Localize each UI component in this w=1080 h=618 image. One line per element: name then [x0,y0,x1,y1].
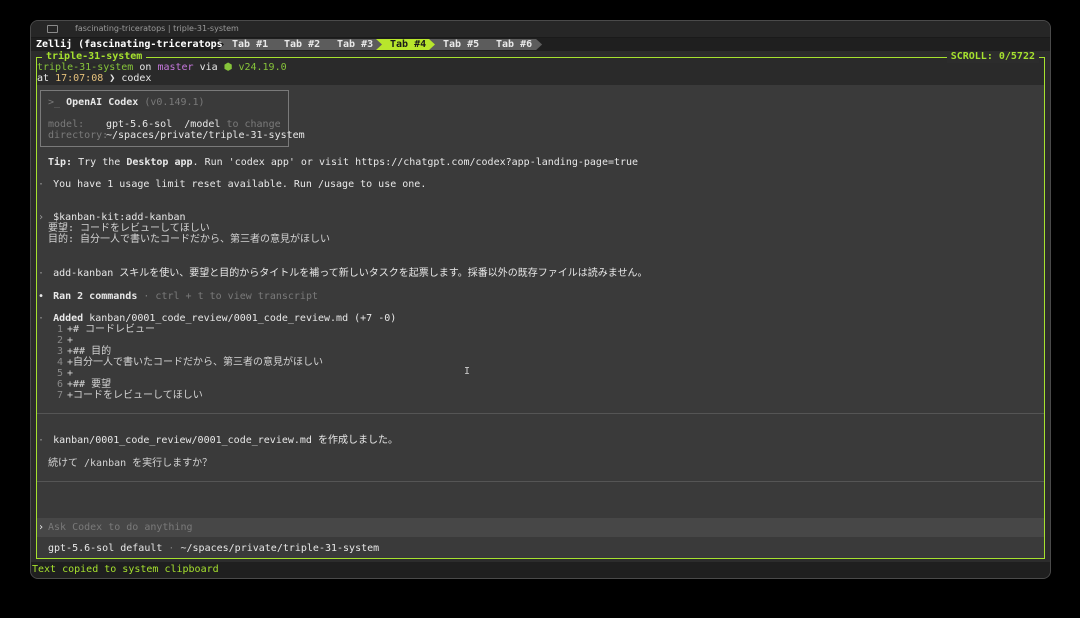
ran-label: Ran 2 commands [53,291,138,302]
codex-name: OpenAI Codex [66,97,139,108]
bullet-icon: · [38,268,45,279]
assistant-note: · add-kanban スキルを使い、要望と目的からタイトルを補って新しいタス… [38,268,648,279]
shell-prompt-line-1: triple-31-system on master via ⬢ v24.19.… [37,62,287,73]
added-label: Added [53,313,84,324]
user-message-text-1: $kanban-kit:add-kanban [53,212,186,223]
tip-label: Tip: [48,157,73,168]
window-title: fascinating-triceratops | triple-31-syst… [75,24,239,33]
model-label: model: [48,119,85,130]
prompt-at: at [37,73,50,84]
diff-line-4: 4 +自分一人で書いたコードだから、第三者の意見がほしい [56,357,324,368]
user-message-line-3: 目的: 自分一人で書いたコードだから、第三者の意見がほしい [48,234,331,245]
result-created-line: · kanban/0001_code_review/0001_code_revi… [38,435,398,446]
codex-info-box: >_ OpenAI Codex (v0.149.1) model: gpt-5.6… [40,90,305,147]
diff-line-7: 7 +コードをレビューしてほしい [56,390,203,401]
title-bar: fascinating-triceratops | triple-31-syst… [31,21,1050,38]
clipboard-message: Text copied to system clipboard [32,564,219,575]
status-model: gpt-5.6-sol default [48,543,163,554]
prompt-on: on [139,62,152,73]
result-created-text: kanban/0001_code_review/0001_code_review… [53,435,398,446]
shell-prompt-line-2: at 17:07:08 ❯ codex [37,73,151,84]
prompt-branch: master [157,62,194,73]
prompt-command: codex [121,73,152,84]
result-question: 続けて /kanban を実行しますか？ [48,458,213,469]
diff-line-5: 5 + [56,368,74,379]
tab-1[interactable]: Tab #1 [218,39,278,50]
user-message-line-1: › $kanban-kit:add-kanban [38,212,186,223]
prompt-dir: triple-31-system [37,62,134,73]
status-path: ~/spaces/private/triple-31-system [180,543,380,554]
terminal-window: fascinating-triceratops | triple-31-syst… [30,20,1051,579]
directory-value: ~/spaces/private/triple-31-system [106,130,305,141]
input-placeholder: Ask Codex to do anything [48,522,193,533]
bullet-icon: · [38,313,45,324]
text-cursor-icon: I [464,366,471,377]
model-command: /model [184,119,221,130]
prompt-node-version: v24.19.0 [238,62,287,73]
added-path: kanban/0001_code_review/0001_code_review… [89,313,349,324]
nodejs-icon: ⬢ [223,62,233,73]
prompt-via: via [199,62,218,73]
diff-line-2: 2 + [56,335,74,346]
usage-line: · You have 1 usage limit reset available… [38,179,426,190]
diff-line-1: 1 +# コードレビュー [56,324,156,335]
diff-line-3: 3 +## 目的 [56,346,112,357]
assistant-note-text: add-kanban スキルを使い、要望と目的からタイトルを補って新しいタスクを… [53,268,648,279]
codex-session: >_ OpenAI Codex (v0.149.1) model: gpt-5.6… [37,85,1044,558]
separator [37,413,1044,414]
tip-text-a: Try the [78,157,121,168]
directory-label: directory: [48,130,109,141]
terminal-icon [47,25,58,33]
prompt-time: 17:07:08 [55,73,104,84]
tab-4[interactable]: Tab #4 [376,39,436,50]
added-stats: (+7 -0) [354,313,397,324]
zellij-tab-bar: Zellij (fascinating-triceratops) Tab #1 … [31,38,1050,51]
status-line: gpt-5.6-sol default · ~/spaces/private/t… [48,543,380,554]
tab-2[interactable]: Tab #2 [270,39,330,50]
bullet-icon: • [38,291,45,302]
usage-text: You have 1 usage limit reset available. … [53,179,427,190]
diff-line-6: 6 +## 要望 [56,379,112,390]
ran-commands-line[interactable]: • Ran 2 commands · ctrl + t to view tran… [38,291,318,302]
terminal-pane[interactable]: triple-31-system SCROLL: 0/5722 triple-3… [36,51,1045,559]
added-file-header: · Added kanban/0001_code_review/0001_cod… [38,313,396,324]
tip-line: Tip: Try the Desktop app. Run 'codex app… [48,157,638,168]
user-prompt-icon: › [38,212,45,223]
separator [37,481,1044,482]
prompt-arrow-icon: ❯ [109,73,116,84]
tip-bold: Desktop app [126,157,193,168]
bullet-icon: · [38,179,45,190]
codex-prompt-icon: >_ [48,97,61,108]
tip-text-b: . Run 'codex app' or visit https://chatg… [192,157,639,168]
user-message-line-2: 要望: コードをレビューしてほしい [48,223,210,234]
session-name: Zellij (fascinating-triceratops) [36,39,229,50]
input-prompt-icon: › [38,522,45,533]
ran-hint: · ctrl + t to view transcript [143,291,318,302]
codex-version: (v0.149.1) [144,97,205,108]
scroll-indicator: SCROLL: 0/5722 [946,51,1039,63]
bullet-icon: · [38,435,45,446]
tab-6[interactable]: Tab #6 [482,39,542,50]
codex-status-bar: gpt-5.6-sol default · ~/spaces/private/t… [37,540,1044,558]
zellij-status-bar: Text copied to system clipboard [31,562,1050,578]
tab-5[interactable]: Tab #5 [429,39,489,50]
tab-3[interactable]: Tab #3 [323,39,383,50]
model-value: gpt-5.6-sol [106,119,173,130]
codex-input[interactable]: › Ask Codex to do anything [37,518,1044,537]
model-hint: to change [226,119,281,130]
